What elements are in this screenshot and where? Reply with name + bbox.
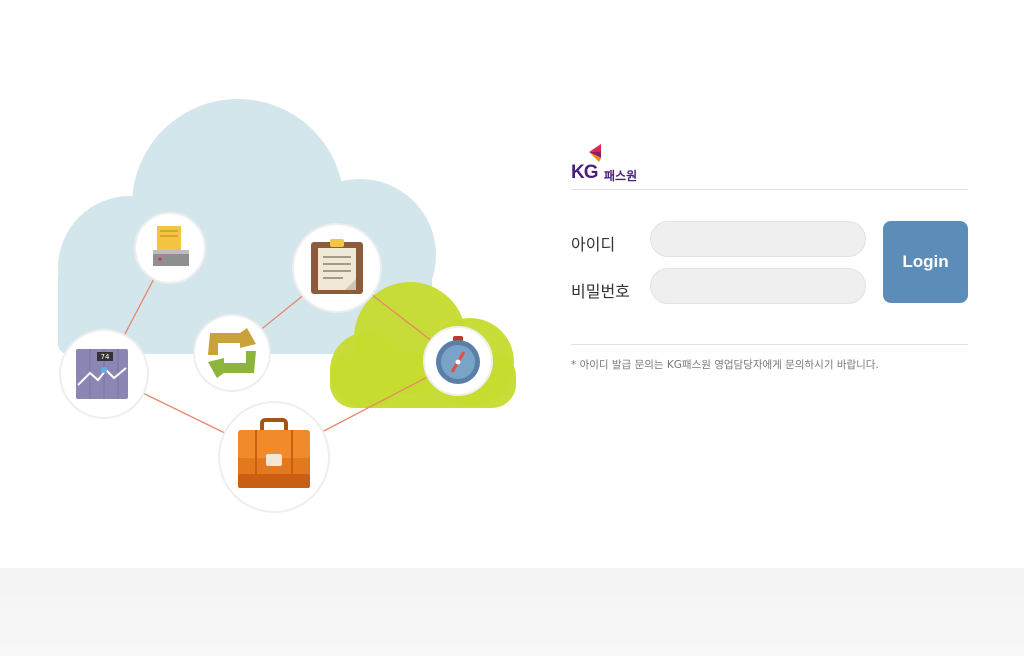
password-input[interactable] xyxy=(650,268,866,304)
id-issuance-notice: * 아이디 발급 문의는 KG패스원 영업담당자에게 문의하시기 바랍니다. xyxy=(571,359,879,371)
login-panel: KG 패스원 아이디 비밀번호 Login * 아이디 발급 문의는 KG패스원… xyxy=(571,140,968,400)
id-label: 아이디 xyxy=(571,235,616,254)
briefcase-icon xyxy=(218,401,330,513)
logo-kg-text: KG xyxy=(571,162,598,183)
id-input[interactable] xyxy=(650,221,866,257)
footer-band xyxy=(0,568,1024,656)
compass-icon xyxy=(423,326,493,396)
password-label: 비밀번호 xyxy=(571,282,630,301)
tablet-badge: 74 xyxy=(101,353,110,361)
printer-icon xyxy=(134,212,206,284)
top-divider xyxy=(571,189,968,190)
chart-tablet-icon: 74 xyxy=(59,329,149,419)
bottom-divider xyxy=(571,344,968,345)
logo-name-text: 패스원 xyxy=(604,169,638,183)
sync-arrows-icon xyxy=(193,314,271,392)
clipboard-icon xyxy=(292,223,382,313)
cloud-illustration: 74 xyxy=(58,99,516,513)
login-button[interactable]: Login xyxy=(883,221,968,303)
kg-passone-logo: KG 패스원 xyxy=(571,144,651,184)
